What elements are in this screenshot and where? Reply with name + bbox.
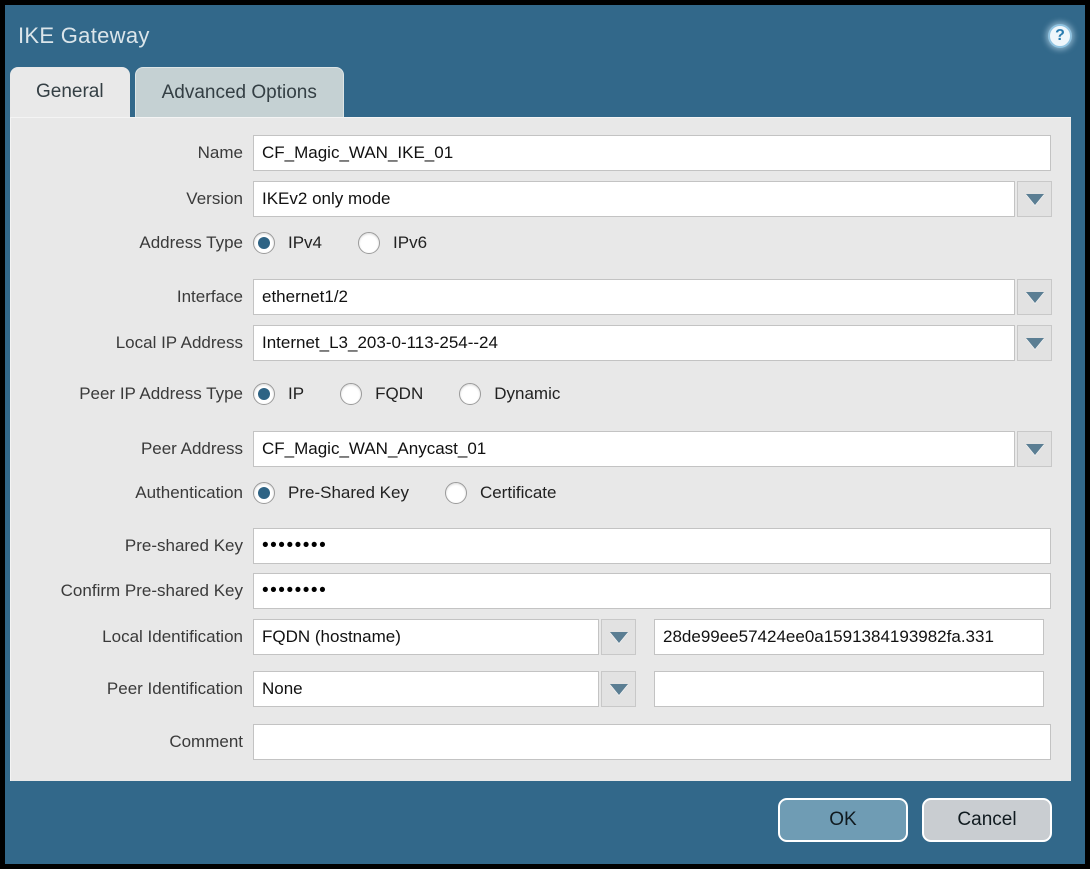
tab-general[interactable]: General (10, 67, 130, 117)
peer-identification-value-input[interactable] (654, 671, 1044, 707)
radio-unselected-icon (340, 383, 363, 405)
peer-identification-dropdown-button[interactable] (601, 671, 636, 707)
local-ip-select[interactable]: Internet_L3_203-0-113-254--24 (253, 325, 1015, 361)
chevron-down-icon (609, 683, 628, 695)
peer-address-row: Peer Address CF_Magic_WAN_Anycast_01 (11, 431, 1071, 467)
dialog-title: IKE Gateway (18, 23, 150, 48)
peer-address-select[interactable]: CF_Magic_WAN_Anycast_01 (253, 431, 1015, 467)
chevron-down-icon (609, 631, 628, 643)
comment-input[interactable] (253, 724, 1051, 760)
comment-label: Comment (169, 732, 243, 751)
peer-ip-type-row: Peer IP Address Type IP FQDN Dynamic (11, 382, 1071, 406)
peer-address-label: Peer Address (140, 439, 243, 458)
peer-identification-row: Peer Identification None (11, 671, 1071, 707)
radio-unselected-icon (444, 482, 467, 504)
pre-shared-key-input[interactable]: •••••••• (253, 528, 1051, 564)
local-identification-row: Local Identification FQDN (hostname) 28d… (11, 619, 1071, 655)
tab-bar: General Advanced Options (5, 67, 1085, 117)
local-ip-dropdown-button[interactable] (1017, 325, 1052, 361)
confirm-pre-shared-key-row: Confirm Pre-shared Key •••••••• (11, 573, 1071, 609)
confirm-pre-shared-key-input[interactable]: •••••••• (253, 573, 1051, 609)
local-identification-type-select[interactable]: FQDN (hostname) (253, 619, 599, 655)
authentication-row: Authentication Pre-Shared Key Certificat… (11, 481, 1071, 505)
radio-ip[interactable]: IP (253, 383, 304, 405)
address-type-label: Address Type (139, 233, 243, 252)
ike-gateway-dialog: IKE Gateway ? General Advanced Options N… (0, 0, 1090, 869)
interface-label: Interface (176, 287, 243, 306)
radio-unselected-icon (358, 232, 381, 254)
radio-ipv4[interactable]: IPv4 (253, 232, 322, 254)
radio-ipv6[interactable]: IPv6 (358, 232, 427, 254)
peer-address-dropdown-button[interactable] (1017, 431, 1052, 467)
radio-selected-icon (253, 482, 275, 504)
general-tab-panel: Name CF_Magic_WAN_IKE_01 Version IKEv2 o… (10, 117, 1071, 781)
ok-button[interactable]: OK (778, 798, 908, 842)
local-identification-value-input[interactable]: 28de99ee57424ee0a1591384193982fa.331 (654, 619, 1044, 655)
name-row: Name CF_Magic_WAN_IKE_01 (11, 135, 1071, 171)
local-identification-dropdown-button[interactable] (601, 619, 636, 655)
comment-row: Comment (11, 724, 1071, 760)
help-icon[interactable]: ? (1048, 24, 1072, 48)
name-input[interactable]: CF_Magic_WAN_IKE_01 (253, 135, 1051, 171)
radio-selected-icon (253, 232, 275, 254)
interface-select[interactable]: ethernet1/2 (253, 279, 1015, 315)
dialog-titlebar: IKE Gateway ? (5, 5, 1085, 67)
tab-advanced-options[interactable]: Advanced Options (134, 67, 344, 117)
chevron-down-icon (1025, 291, 1044, 303)
pre-shared-key-row: Pre-shared Key •••••••• (11, 528, 1071, 564)
name-label: Name (197, 143, 243, 162)
chevron-down-icon (1025, 443, 1044, 455)
peer-identification-label: Peer Identification (106, 679, 243, 698)
version-label: Version (186, 189, 243, 208)
radio-certificate[interactable]: Certificate (444, 482, 556, 504)
peer-identification-type-select[interactable]: None (253, 671, 599, 707)
dialog-footer: OK Cancel (5, 781, 1085, 864)
chevron-down-icon (1025, 337, 1044, 349)
radio-pre-shared-key[interactable]: Pre-Shared Key (253, 482, 409, 504)
radio-dynamic[interactable]: Dynamic (459, 383, 560, 405)
confirm-pre-shared-key-label: Confirm Pre-shared Key (60, 581, 243, 600)
local-identification-label: Local Identification (102, 627, 243, 646)
radio-fqdn[interactable]: FQDN (340, 383, 423, 405)
address-type-row: Address Type IPv4 IPv6 (11, 231, 1071, 255)
interface-dropdown-button[interactable] (1017, 279, 1052, 315)
local-ip-row: Local IP Address Internet_L3_203-0-113-2… (11, 325, 1071, 361)
interface-row: Interface ethernet1/2 (11, 279, 1071, 315)
pre-shared-key-label: Pre-shared Key (124, 536, 243, 555)
authentication-label: Authentication (135, 483, 243, 502)
cancel-button[interactable]: Cancel (922, 798, 1052, 842)
version-select[interactable]: IKEv2 only mode (253, 181, 1015, 217)
version-row: Version IKEv2 only mode (11, 181, 1071, 217)
version-dropdown-button[interactable] (1017, 181, 1052, 217)
chevron-down-icon (1025, 193, 1044, 205)
local-ip-label: Local IP Address (115, 333, 243, 352)
radio-unselected-icon (459, 383, 482, 405)
radio-selected-icon (253, 383, 275, 405)
peer-ip-type-label: Peer IP Address Type (79, 384, 243, 403)
